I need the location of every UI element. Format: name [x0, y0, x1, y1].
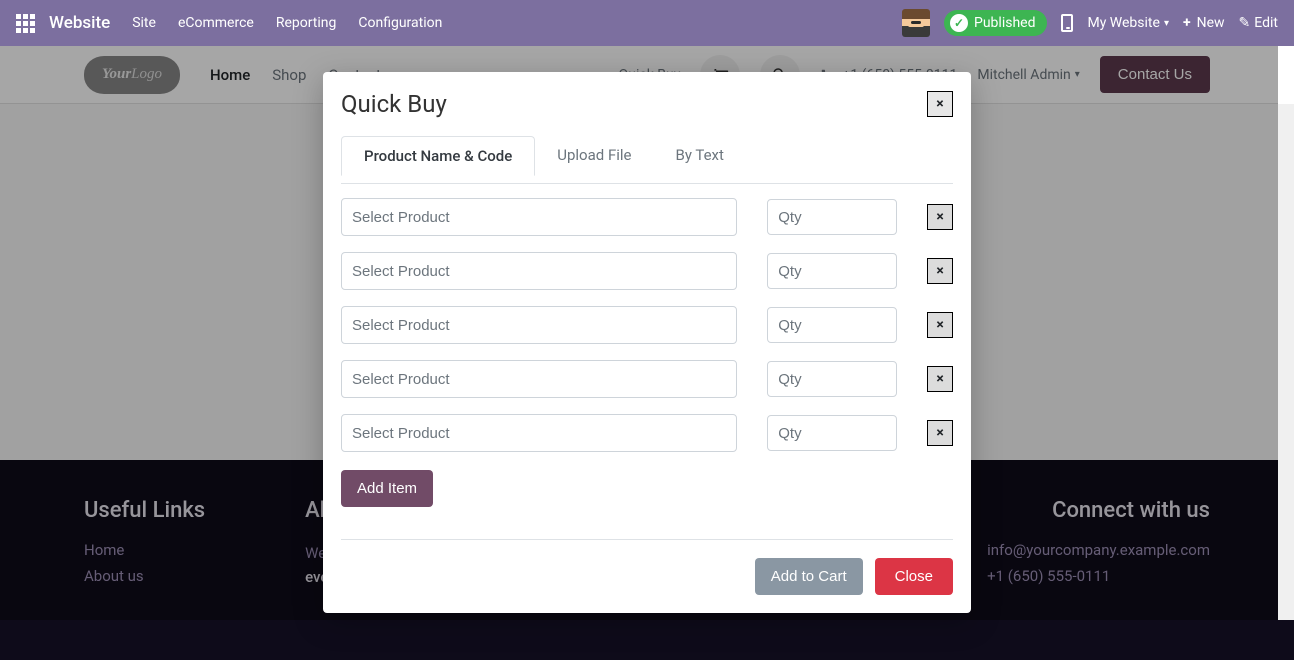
menu-ecommerce[interactable]: eCommerce [178, 15, 254, 31]
mobile-preview-icon[interactable] [1061, 14, 1073, 32]
close-icon: × [936, 209, 943, 225]
modal-close-x[interactable]: × [927, 91, 953, 117]
add-item-button[interactable]: Add Item [341, 470, 433, 507]
edit-label: Edit [1254, 15, 1278, 31]
close-icon: × [936, 425, 943, 441]
remove-row-button[interactable]: × [927, 420, 953, 446]
product-row: × [341, 306, 953, 344]
tab-divider [341, 183, 953, 184]
product-input[interactable] [341, 252, 737, 290]
product-rows: × × × × × [341, 198, 953, 452]
product-input[interactable] [341, 306, 737, 344]
check-icon: ✓ [950, 14, 968, 32]
published-label: Published [974, 15, 1035, 31]
product-row: × [341, 414, 953, 452]
app-navbar: Website Site eCommerce Reporting Configu… [0, 0, 1294, 46]
close-icon: × [936, 96, 943, 112]
qty-input[interactable] [767, 415, 897, 451]
app-menu: Site eCommerce Reporting Configuration [132, 15, 442, 31]
close-icon: × [936, 317, 943, 333]
tab-product-name-code[interactable]: Product Name & Code [341, 136, 535, 176]
new-label: New [1197, 15, 1225, 31]
menu-configuration[interactable]: Configuration [358, 15, 442, 31]
modal-title: Quick Buy [341, 90, 447, 118]
pencil-icon: ✎ [1239, 15, 1251, 31]
close-icon: × [936, 263, 943, 279]
menu-site[interactable]: Site [132, 15, 156, 31]
remove-row-button[interactable]: × [927, 258, 953, 284]
qty-input[interactable] [767, 361, 897, 397]
website-switcher[interactable]: My Website ▾ [1087, 15, 1168, 31]
remove-row-button[interactable]: × [927, 366, 953, 392]
website-switcher-label: My Website [1087, 15, 1159, 31]
add-to-cart-button[interactable]: Add to Cart [755, 558, 863, 595]
tab-upload-file[interactable]: Upload File [535, 136, 653, 176]
product-row: × [341, 252, 953, 290]
caret-down-icon: ▾ [1164, 18, 1169, 29]
product-input[interactable] [341, 198, 737, 236]
modal-tabs: Product Name & Code Upload File By Text [341, 136, 953, 176]
modal-footer: Add to Cart Close [341, 539, 953, 595]
app-brand[interactable]: Website [49, 13, 110, 33]
product-input[interactable] [341, 360, 737, 398]
product-row: × [341, 198, 953, 236]
new-button[interactable]: + New [1183, 15, 1225, 31]
qty-input[interactable] [767, 199, 897, 235]
close-button[interactable]: Close [875, 558, 953, 595]
remove-row-button[interactable]: × [927, 204, 953, 230]
edit-button[interactable]: ✎ Edit [1239, 15, 1278, 31]
published-toggle[interactable]: ✓ Published [944, 10, 1047, 36]
remove-row-button[interactable]: × [927, 312, 953, 338]
scrollbar-track[interactable] [1278, 0, 1294, 620]
avatar[interactable] [902, 9, 930, 37]
plus-icon: + [1183, 15, 1191, 31]
product-input[interactable] [341, 414, 737, 452]
close-icon: × [936, 371, 943, 387]
quick-buy-modal: Quick Buy × Product Name & Code Upload F… [323, 72, 971, 613]
modal-overlay[interactable]: Quick Buy × Product Name & Code Upload F… [0, 46, 1294, 620]
menu-reporting[interactable]: Reporting [276, 15, 337, 31]
qty-input[interactable] [767, 307, 897, 343]
apps-icon[interactable] [16, 14, 35, 33]
tab-by-text[interactable]: By Text [653, 136, 745, 176]
qty-input[interactable] [767, 253, 897, 289]
product-row: × [341, 360, 953, 398]
